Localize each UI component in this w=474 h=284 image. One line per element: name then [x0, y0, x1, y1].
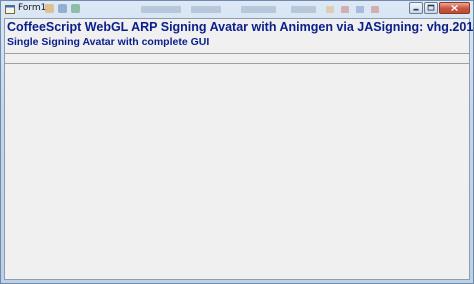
minimize-button[interactable] — [409, 2, 423, 14]
save-icon[interactable] — [58, 4, 67, 13]
form-app-icon — [5, 5, 15, 14]
divider — [5, 53, 469, 54]
title-bar[interactable]: Form1 — [1, 1, 473, 18]
page-title: CoffeeScript WebGL ARP Signing Avatar wi… — [7, 20, 474, 34]
page-subtitle: Single Signing Avatar with complete GUI — [7, 36, 210, 48]
window-title: Form1 — [18, 3, 47, 13]
divider — [5, 63, 469, 64]
minimize-icon — [413, 8, 419, 11]
form-window: Form1 CoffeeScript WebGL ARP Signing Ava… — [0, 0, 474, 284]
close-button[interactable] — [439, 2, 470, 14]
maximize-button[interactable] — [424, 2, 438, 14]
faded-background-toolbar — [141, 3, 391, 16]
link-icon[interactable] — [71, 4, 80, 13]
form-client-area: CoffeeScript WebGL ARP Signing Avatar wi… — [4, 18, 474, 280]
close-icon — [451, 4, 458, 12]
maximize-icon — [427, 4, 435, 11]
paint-icon[interactable] — [45, 4, 54, 13]
